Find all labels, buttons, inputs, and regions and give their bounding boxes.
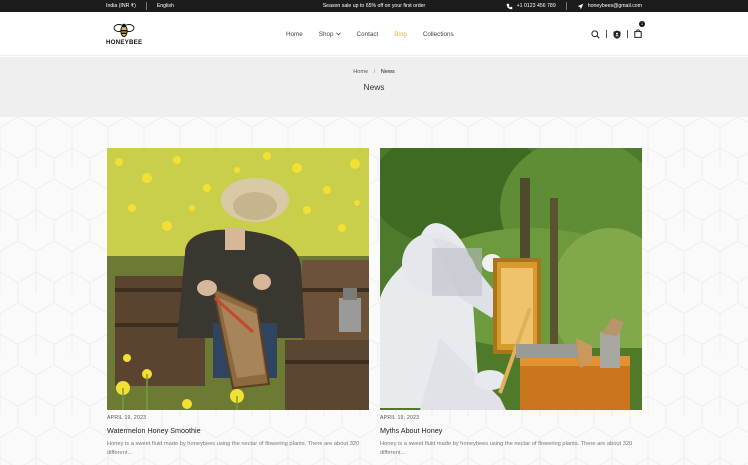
- post-excerpt: Honey is a sweet fluid made by honeybees…: [107, 441, 360, 456]
- beekeeper-photo[interactable]: [107, 148, 369, 410]
- nav-collections[interactable]: Collections: [423, 31, 454, 38]
- post-date: APRIL 19, 2023: [107, 415, 147, 421]
- post-title[interactable]: Watermelon Honey Smoothie: [107, 426, 369, 435]
- page-title-band: Home / News News: [0, 57, 748, 117]
- logo[interactable]: HONEYBEE: [106, 22, 142, 50]
- search-icon[interactable]: [591, 29, 600, 39]
- nav-shop-label: Shop: [318, 30, 334, 38]
- send-icon: [577, 3, 584, 9]
- post-title[interactable]: Myths About Honey: [380, 426, 642, 435]
- divider: [565, 2, 567, 10]
- blog-card[interactable]: APRIL 19, 2023 Myths About Honey Honey i…: [380, 148, 642, 458]
- beekeeper-suit-photo[interactable]: [380, 148, 642, 410]
- post-excerpt: Honey is a sweet fluid made by honeybees…: [380, 441, 633, 456]
- phone-number: +1 0123 456 789: [516, 3, 556, 9]
- phone-icon: [506, 3, 512, 9]
- nav-home[interactable]: Home: [286, 31, 303, 38]
- breadcrumb-current: News: [380, 69, 395, 75]
- email-link[interactable]: honeybees@gmail.com: [577, 3, 642, 10]
- breadcrumb: Home / News: [0, 69, 748, 75]
- divider: [606, 30, 607, 38]
- bag-icon: [634, 29, 642, 38]
- divider: [627, 30, 628, 38]
- nav-contact[interactable]: Contact: [357, 31, 379, 38]
- post-date: APRIL 19, 2023: [380, 415, 420, 421]
- phone-link[interactable]: +1 0123 456 789: [506, 3, 556, 10]
- top-bar: India (INR ₹) English Season sale up to …: [0, 0, 748, 12]
- contact-info: +1 0123 456 789 honeybees@gmail.com: [506, 0, 642, 12]
- nav-blog[interactable]: Blog: [394, 31, 407, 38]
- main-nav: Home Shop Contact Blog Collections: [286, 12, 470, 56]
- breadcrumb-separator: /: [373, 69, 376, 75]
- page-title: News: [363, 82, 385, 92]
- nav-shop[interactable]: Shop: [319, 31, 341, 38]
- logo-text: HONEYBEE: [106, 39, 143, 46]
- cart-count-badge: 1: [639, 21, 645, 27]
- blog-content: APRIL 19, 2023 Watermelon Honey Smoothie…: [0, 117, 748, 465]
- blog-card[interactable]: APRIL 19, 2023 Watermelon Honey Smoothie…: [107, 148, 369, 458]
- cart-button[interactable]: 1: [634, 21, 645, 43]
- breadcrumb-home[interactable]: Home: [353, 69, 368, 75]
- bee-logo-icon: [113, 23, 135, 37]
- email-address: honeybees@gmail.com: [587, 3, 642, 9]
- site-header: HONEYBEE Home Shop Contact Blog Collecti…: [0, 12, 748, 56]
- header-actions: 1: [591, 12, 645, 56]
- account-icon[interactable]: [613, 30, 621, 39]
- chevron-down-icon: [335, 32, 341, 36]
